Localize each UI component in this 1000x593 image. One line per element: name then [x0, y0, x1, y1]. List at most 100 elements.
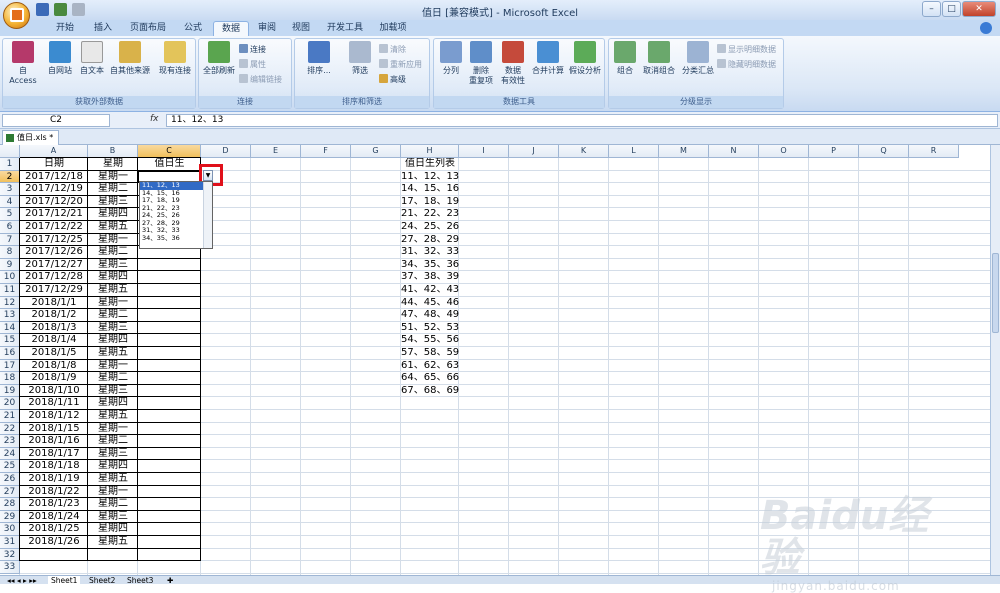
office-button[interactable]	[3, 2, 30, 29]
row-header[interactable]: 7	[0, 233, 20, 247]
subtotal-button[interactable]: 分类汇总	[679, 41, 717, 76]
cell-duty-list-item[interactable]: 34、35、36	[401, 259, 459, 272]
refresh-all-button[interactable]: 全部刷新	[201, 41, 237, 76]
row-header[interactable]: 8	[0, 246, 20, 259]
row-header[interactable]: 6	[0, 221, 20, 234]
column-header-h[interactable]: H	[401, 145, 459, 158]
cell-duty-list-item[interactable]: 67、68、69	[401, 385, 459, 398]
tab-insert[interactable]: 插入	[85, 21, 121, 36]
column-header-r[interactable]: R	[909, 145, 959, 158]
cell-duty-list-item[interactable]: 37、38、39	[401, 271, 459, 284]
row-header[interactable]: 28	[0, 498, 20, 511]
row-header[interactable]: 12	[0, 296, 20, 310]
tab-data[interactable]: 数据	[213, 21, 249, 36]
row-header[interactable]: 15	[0, 334, 20, 347]
consolidate-button[interactable]: 合并计算	[530, 41, 566, 76]
row-header[interactable]: 30	[0, 523, 20, 536]
row-header[interactable]: 5	[0, 208, 20, 221]
cell-duty-list-item[interactable]: 21、22、23	[401, 208, 459, 221]
row-header[interactable]: 13	[0, 309, 20, 322]
help-icon[interactable]	[980, 22, 992, 34]
hide-detail-button[interactable]: 隐藏明细数据	[717, 59, 776, 70]
text-to-columns-button[interactable]: 分列	[436, 41, 466, 76]
row-header[interactable]: 27	[0, 485, 20, 499]
properties-button[interactable]: 属性	[239, 59, 266, 70]
tab-page-layout[interactable]: 页面布局	[123, 21, 173, 36]
row-header[interactable]: 18	[0, 372, 20, 385]
document-tab[interactable]: 值日.xls *	[2, 130, 59, 145]
column-header-i[interactable]: I	[459, 145, 509, 158]
row-header[interactable]: 4	[0, 195, 20, 209]
column-header-m[interactable]: M	[659, 145, 709, 158]
row-header[interactable]: 29	[0, 510, 20, 524]
row-header[interactable]: 11	[0, 284, 20, 297]
column-header-q[interactable]: Q	[859, 145, 909, 158]
function-icon[interactable]: fx	[150, 114, 164, 127]
column-header-l[interactable]: L	[609, 145, 659, 158]
sort-button[interactable]: 排序...	[297, 41, 341, 76]
clear-button[interactable]: 清除	[379, 44, 406, 55]
from-access-button[interactable]: 自 Access	[5, 41, 41, 86]
row-header[interactable]: 20	[0, 397, 20, 410]
group-button[interactable]: 组合	[611, 41, 639, 76]
row-header[interactable]: 26	[0, 473, 20, 486]
row-header[interactable]: 16	[0, 347, 20, 360]
row-header[interactable]: 24	[0, 447, 20, 461]
select-all-corner[interactable]	[0, 145, 20, 158]
cell-duty-list-item[interactable]: 54、55、56	[401, 334, 459, 347]
name-box[interactable]: C2	[2, 114, 110, 127]
column-header-o[interactable]: O	[759, 145, 809, 158]
tab-review[interactable]: 审阅	[251, 21, 283, 36]
row-header[interactable]: 3	[0, 183, 20, 196]
scrollbar-thumb[interactable]	[992, 253, 999, 333]
tab-home[interactable]: 开始	[47, 21, 83, 36]
tab-addins[interactable]: 加载项	[373, 21, 413, 36]
connections-button[interactable]: 连接	[239, 44, 266, 55]
column-header-d[interactable]: D	[201, 145, 251, 158]
close-button[interactable]: ✕	[962, 1, 996, 17]
reapply-button[interactable]: 重新应用	[379, 59, 422, 70]
existing-connections-button[interactable]: 现有连接	[156, 41, 194, 76]
remove-duplicates-button[interactable]: 删除 重复项	[466, 41, 496, 86]
cell-duty-list-item[interactable]: 61、62、63	[401, 360, 459, 373]
show-detail-button[interactable]: 显示明细数据	[717, 44, 776, 55]
row-header[interactable]: 19	[0, 384, 20, 398]
column-header-f[interactable]: F	[301, 145, 351, 158]
cell-header-duty-list[interactable]: 值日生列表	[401, 158, 459, 171]
data-validation-button[interactable]: 数据 有效性	[497, 41, 529, 86]
vertical-scrollbar[interactable]	[990, 145, 1000, 575]
from-web-button[interactable]: 自网站	[45, 41, 75, 76]
cell-duty-list-item[interactable]: 47、48、49	[401, 309, 459, 322]
row-header[interactable]: 21	[0, 410, 20, 423]
column-header-n[interactable]: N	[709, 145, 759, 158]
column-header-j[interactable]: J	[509, 145, 559, 158]
row-header[interactable]: 22	[0, 422, 20, 436]
row-header[interactable]: 32	[0, 548, 20, 562]
cell-duty-list-item[interactable]: 24、25、26	[401, 221, 459, 234]
row-header[interactable]: 1	[0, 158, 20, 171]
column-header-p[interactable]: P	[809, 145, 859, 158]
ungroup-button[interactable]: 取消组合	[640, 41, 678, 76]
cell-duty-list-item[interactable]: 11、12、13	[401, 171, 459, 184]
advanced-button[interactable]: 高级	[379, 74, 406, 85]
from-text-button[interactable]: 自文本	[77, 41, 107, 76]
cell-duty-list-item[interactable]: 57、58、59	[401, 347, 459, 360]
row-header[interactable]: 23	[0, 435, 20, 448]
cell-duty-list-item[interactable]: 44、45、46	[401, 297, 459, 310]
row-header[interactable]: 14	[0, 321, 20, 335]
row-header[interactable]: 33	[0, 561, 20, 574]
dropdown-scrollbar[interactable]	[203, 182, 212, 248]
cell-duty-list-item[interactable]: 27、28、29	[401, 234, 459, 247]
row-header[interactable]: 31	[0, 536, 20, 549]
tab-view[interactable]: 视图	[285, 21, 317, 36]
column-header-e[interactable]: E	[251, 145, 301, 158]
cell-duty-list-item[interactable]: 51、52、53	[401, 322, 459, 335]
dropdown-option[interactable]: 34、35、36	[140, 234, 212, 243]
tab-developer[interactable]: 开发工具	[319, 21, 371, 36]
filter-button[interactable]: 筛选	[345, 41, 375, 76]
row-header[interactable]: 9	[0, 258, 20, 272]
cell-duty-list-item[interactable]: 17、18、19	[401, 196, 459, 209]
validation-dropdown-list[interactable]: 11、12、13 14、15、16 17、18、19 21、22、23 24、25、26…	[139, 181, 213, 249]
formula-input[interactable]: 11、12、13	[166, 114, 998, 127]
row-header[interactable]: 10	[0, 271, 20, 284]
